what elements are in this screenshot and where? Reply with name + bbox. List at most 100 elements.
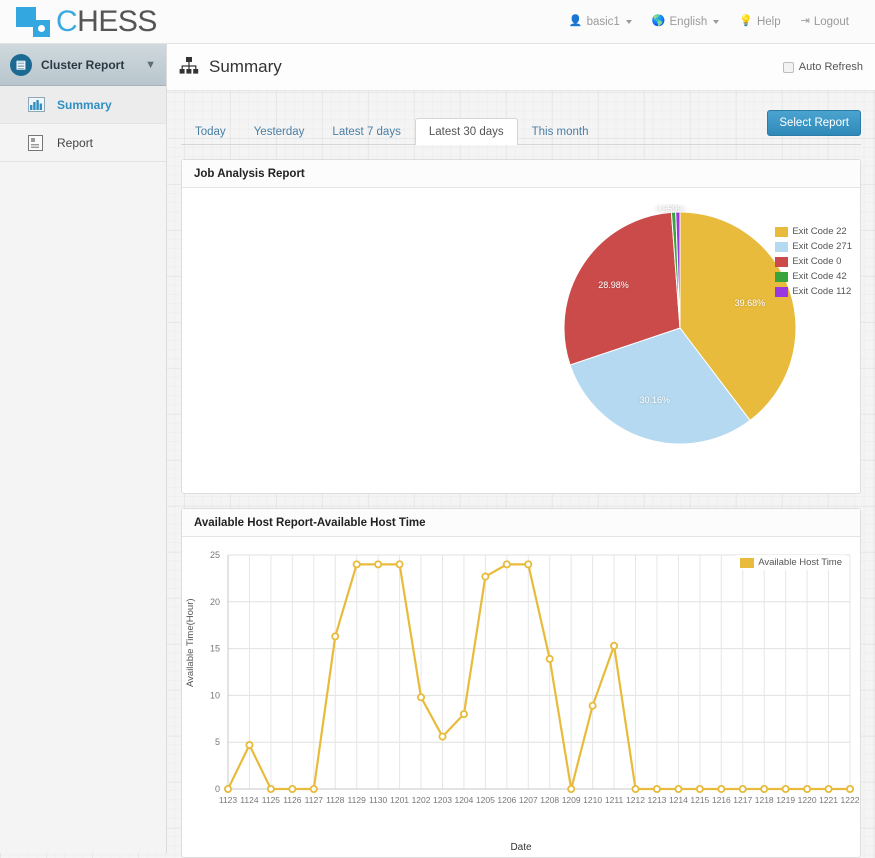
data-point[interactable] bbox=[652, 784, 661, 793]
data-point[interactable] bbox=[481, 572, 490, 581]
x-axis-tick-label: 1205 bbox=[476, 795, 495, 805]
data-point[interactable] bbox=[545, 654, 554, 663]
sidebar-item-summary[interactable]: Summary bbox=[0, 86, 166, 124]
data-point[interactable] bbox=[502, 560, 511, 569]
app-logo[interactable]: CHESS bbox=[16, 5, 157, 39]
data-point[interactable] bbox=[695, 784, 704, 793]
topnav-language-menu[interactable]: 🌎 English bbox=[642, 12, 729, 32]
data-point[interactable] bbox=[459, 710, 468, 719]
topnav-language-label: English bbox=[669, 15, 708, 28]
x-axis-tick-label: 1211 bbox=[605, 795, 624, 805]
legend-label-exit-code-112: Exit Code 112 bbox=[792, 286, 852, 297]
data-point[interactable] bbox=[760, 784, 769, 793]
pie-slice-label: 28.98% bbox=[598, 279, 629, 290]
data-point[interactable] bbox=[846, 784, 855, 793]
auto-refresh-label: Auto Refresh bbox=[798, 61, 863, 73]
x-axis-tick-label: 1208 bbox=[540, 795, 559, 805]
tab-this-month[interactable]: This month bbox=[518, 118, 603, 145]
x-axis-tick-label: 1206 bbox=[497, 795, 516, 805]
data-point[interactable] bbox=[309, 784, 318, 793]
legend-item[interactable]: Exit Code 0 bbox=[775, 256, 852, 267]
pie-chart-legend: Exit Code 22 Exit Code 271 Exit Code 0 E… bbox=[775, 226, 852, 297]
data-point[interactable] bbox=[352, 560, 361, 569]
x-axis-tick-label: 1129 bbox=[348, 795, 367, 805]
data-point[interactable] bbox=[395, 560, 404, 569]
auto-refresh-checkbox[interactable] bbox=[782, 61, 794, 73]
x-axis-tick-label: 1130 bbox=[369, 795, 388, 805]
y-axis-title: Available Time(Hour) bbox=[185, 598, 196, 687]
x-axis-tick-label: 1213 bbox=[648, 795, 667, 805]
legend-item[interactable]: Exit Code 42 bbox=[775, 271, 852, 282]
x-axis-tick-label: 1124 bbox=[240, 795, 259, 805]
pie-slice-label: 39.68% bbox=[734, 297, 766, 308]
sidebar-group-cluster-report[interactable]: ▤ Cluster Report ▼ bbox=[0, 44, 166, 86]
tab-latest-7-days[interactable]: Latest 7 days bbox=[318, 118, 414, 145]
auto-refresh-toggle[interactable]: Auto Refresh bbox=[782, 61, 863, 73]
data-point[interactable] bbox=[417, 693, 426, 702]
x-axis-tick-label: 1216 bbox=[712, 795, 731, 805]
topnav-user-menu[interactable]: 👤 basic1 bbox=[559, 12, 642, 32]
select-report-button[interactable]: Select Report bbox=[767, 110, 861, 136]
y-axis-tick-label: 20 bbox=[210, 597, 220, 607]
legend-label-exit-code-42: Exit Code 42 bbox=[792, 271, 847, 282]
x-axis-tick-label: 1204 bbox=[454, 795, 473, 805]
pie-chart-area: Exit Code 22 Exit Code 271 Exit Code 0 E… bbox=[182, 188, 860, 493]
lightbulb-icon: 💡 bbox=[739, 15, 753, 27]
data-point[interactable] bbox=[331, 632, 340, 641]
data-point[interactable] bbox=[738, 784, 747, 793]
legend-item[interactable]: Exit Code 112 bbox=[775, 286, 852, 297]
tab-yesterday[interactable]: Yesterday bbox=[240, 118, 319, 145]
x-axis-tick-label: 1217 bbox=[733, 795, 752, 805]
legend-item[interactable]: Exit Code 271 bbox=[775, 241, 852, 252]
tab-today[interactable]: Today bbox=[181, 118, 240, 145]
pie-slice-label: 30.16% bbox=[639, 395, 670, 406]
x-axis-tick-label: 1219 bbox=[776, 795, 795, 805]
data-point[interactable] bbox=[717, 784, 726, 793]
topnav-help-link[interactable]: 💡 Help bbox=[729, 12, 790, 32]
data-point[interactable] bbox=[588, 701, 597, 710]
x-axis-tick-label: 1203 bbox=[433, 795, 452, 805]
sidebar-item-report[interactable]: Report bbox=[0, 124, 166, 162]
data-point[interactable] bbox=[824, 784, 833, 793]
y-axis-tick-label: 15 bbox=[210, 644, 220, 654]
data-point[interactable] bbox=[674, 784, 683, 793]
y-axis-tick-label: 5 bbox=[215, 737, 220, 747]
report-module-icon: ▤ bbox=[10, 53, 32, 76]
data-point[interactable] bbox=[803, 784, 812, 793]
sidebar-item-report-label: Report bbox=[57, 135, 94, 150]
y-axis-tick-label: 10 bbox=[210, 690, 220, 700]
pie-chart bbox=[563, 211, 797, 445]
chess-logo-icon bbox=[16, 5, 54, 39]
legend-swatch-exit-code-42 bbox=[775, 271, 789, 282]
line-chart-legend[interactable]: Available Host Time bbox=[736, 555, 846, 570]
x-axis-tick-label: 1127 bbox=[305, 795, 324, 805]
x-axis-tick-label: 1222 bbox=[841, 795, 860, 805]
topnav-user-label: basic1 bbox=[586, 15, 620, 28]
data-point[interactable] bbox=[781, 784, 790, 793]
data-point[interactable] bbox=[266, 784, 275, 793]
x-axis-tick-label: 1214 bbox=[669, 795, 688, 805]
logo-letters-hess: HESS bbox=[77, 4, 157, 38]
legend-swatch-available-host-time bbox=[740, 557, 755, 568]
document-icon bbox=[28, 134, 48, 151]
data-point[interactable] bbox=[631, 784, 640, 793]
data-point[interactable] bbox=[438, 732, 447, 741]
data-point[interactable] bbox=[610, 641, 619, 650]
tab-latest-30-days[interactable]: Latest 30 days bbox=[414, 118, 518, 145]
topnav-logout-link[interactable]: ⇥ Logout bbox=[791, 12, 859, 32]
x-axis-tick-label: 1125 bbox=[262, 795, 281, 805]
line-series-available-host-time bbox=[227, 563, 850, 791]
data-point[interactable] bbox=[524, 560, 533, 569]
data-point[interactable] bbox=[288, 784, 297, 793]
data-point[interactable] bbox=[374, 560, 383, 569]
x-axis-tick-label: 1207 bbox=[519, 795, 538, 805]
x-axis-tick-label: 1212 bbox=[626, 795, 645, 805]
legend-swatch-exit-code-22 bbox=[775, 226, 789, 237]
top-nav: 👤 basic1 🌎 English 💡 Help ⇥ Logout bbox=[559, 12, 859, 32]
data-point[interactable] bbox=[245, 741, 254, 750]
data-point[interactable] bbox=[567, 784, 576, 793]
legend-item[interactable]: Exit Code 22 bbox=[775, 226, 852, 237]
app-logo-text: CHESS bbox=[56, 5, 157, 39]
data-point[interactable] bbox=[224, 784, 233, 793]
x-axis-tick-label: 1210 bbox=[583, 795, 602, 805]
